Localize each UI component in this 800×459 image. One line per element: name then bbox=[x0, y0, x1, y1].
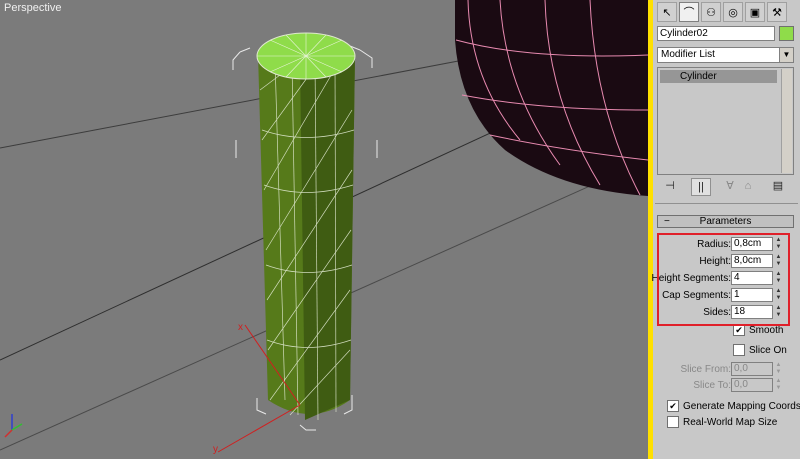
height-row: Height: 8,0cm ▲ ▼ bbox=[653, 254, 800, 269]
svg-text:x: x bbox=[238, 322, 243, 333]
smooth-checkbox[interactable]: ✔ Smooth bbox=[733, 324, 783, 337]
object-name-field[interactable]: Cylinder02 bbox=[657, 26, 775, 41]
svg-text:y: y bbox=[213, 444, 218, 455]
modify-tab[interactable]: ⌒ bbox=[679, 2, 699, 22]
cap-segments-row: Cap Segments: 1 ▲ ▼ bbox=[653, 288, 800, 303]
cap-segments-field[interactable]: 1 bbox=[731, 288, 773, 302]
viewport-scene: x y bbox=[0, 0, 648, 455]
slice-to-label: Slice To: bbox=[693, 380, 731, 391]
radius-field[interactable]: 0,8cm bbox=[731, 237, 773, 251]
height-spinner[interactable]: ▲ ▼ bbox=[774, 254, 783, 268]
real-world-map-size-checkbox[interactable]: Real-World Map Size bbox=[667, 416, 777, 429]
height-segments-field[interactable]: 4 bbox=[731, 271, 773, 285]
slice-from-row: Slice From: 0,0 ▲ ▼ bbox=[653, 362, 800, 377]
radius-label: Radius: bbox=[697, 239, 731, 250]
modify-tab-icon: ⌒ bbox=[683, 7, 695, 19]
sides-spinner[interactable]: ▲ ▼ bbox=[774, 305, 783, 319]
real-world-box bbox=[667, 416, 679, 429]
show-end-result-icon[interactable]: || bbox=[691, 178, 711, 196]
smooth-check-icon: ✔ bbox=[733, 324, 745, 337]
rollout-title: Parameters bbox=[699, 216, 752, 227]
stack-toolbar: ⊣ || ∀ ⌂ ▤ bbox=[657, 178, 794, 196]
object-color-swatch[interactable] bbox=[779, 26, 794, 41]
slice-on-checkbox[interactable]: Slice On bbox=[733, 344, 787, 357]
smooth-label: Smooth bbox=[749, 325, 784, 336]
height-segments-row: Height Segments: 4 ▲ ▼ bbox=[651, 271, 800, 286]
pin-stack-icon[interactable]: ⊣ bbox=[661, 178, 679, 194]
configure-modifier-sets-icon[interactable]: ▤ bbox=[769, 178, 787, 194]
create-tab-icon: ↖ bbox=[662, 6, 672, 19]
utilities-tab-icon: ⚒ bbox=[772, 6, 782, 19]
stack-item-cylinder[interactable]: Cylinder bbox=[660, 70, 777, 83]
sides-field[interactable]: 18 bbox=[731, 305, 773, 319]
slice-on-box bbox=[733, 344, 745, 357]
parameters-rollout-header[interactable]: − Parameters bbox=[657, 215, 794, 228]
modifier-list-label: Modifier List bbox=[661, 49, 715, 60]
command-panel: ↖ ⌒ ⚇ ◎ ▣ ⚒ Cylinder02 Modifier List ▼ C… bbox=[651, 0, 800, 459]
motion-tab[interactable]: ◎ bbox=[723, 2, 743, 22]
real-world-label: Real-World Map Size bbox=[683, 417, 778, 428]
sides-label: Sides: bbox=[703, 307, 731, 318]
perspective-viewport[interactable]: x y Perspective bbox=[0, 0, 648, 459]
display-tab-icon: ▣ bbox=[749, 6, 761, 19]
height-segments-spinner[interactable]: ▲ ▼ bbox=[774, 271, 783, 285]
sides-row: Sides: 18 ▲ ▼ bbox=[653, 305, 800, 320]
make-unique-icon[interactable]: ∀ bbox=[721, 178, 739, 194]
cap-segments-spinner[interactable]: ▲ ▼ bbox=[774, 288, 783, 302]
cap-segments-label: Cap Segments: bbox=[662, 290, 731, 301]
display-tab[interactable]: ▣ bbox=[745, 2, 765, 22]
height-field[interactable]: 8,0cm bbox=[731, 254, 773, 268]
slice-from-label: Slice From: bbox=[680, 364, 731, 375]
slice-on-label: Slice On bbox=[749, 345, 787, 356]
hierarchy-tab-icon: ⚇ bbox=[706, 6, 716, 19]
slice-from-field[interactable]: 0,0 bbox=[731, 362, 773, 376]
height-segments-label: Height Segments: bbox=[651, 273, 732, 284]
hierarchy-tab[interactable]: ⚇ bbox=[701, 2, 721, 22]
utilities-tab[interactable]: ⚒ bbox=[767, 2, 787, 22]
create-tab[interactable]: ↖ bbox=[657, 2, 677, 22]
generate-mapping-check-icon: ✔ bbox=[667, 400, 679, 413]
modifier-stack[interactable]: Cylinder bbox=[657, 67, 794, 175]
slice-from-spinner[interactable]: ▲ ▼ bbox=[774, 362, 783, 376]
height-label: Height: bbox=[699, 256, 731, 267]
chevron-down-icon[interactable]: ▼ bbox=[779, 48, 793, 62]
divider bbox=[655, 203, 798, 204]
radius-row: Radius: 0,8cm ▲ ▼ bbox=[653, 237, 800, 252]
generate-mapping-label: Generate Mapping Coords. bbox=[683, 401, 800, 412]
generate-mapping-checkbox[interactable]: ✔ Generate Mapping Coords. bbox=[667, 400, 800, 413]
stack-scrollbar[interactable] bbox=[781, 69, 792, 173]
slice-to-row: Slice To: 0,0 ▲ ▼ bbox=[653, 378, 800, 393]
modifier-list-dropdown[interactable]: Modifier List ▼ bbox=[657, 47, 794, 63]
slice-to-field[interactable]: 0,0 bbox=[731, 378, 773, 392]
slice-to-spinner[interactable]: ▲ ▼ bbox=[774, 378, 783, 392]
remove-modifier-icon[interactable]: ⌂ bbox=[739, 178, 757, 194]
radius-spinner[interactable]: ▲ ▼ bbox=[774, 237, 783, 251]
motion-tab-icon: ◎ bbox=[728, 6, 738, 19]
viewport-label[interactable]: Perspective bbox=[4, 2, 61, 14]
